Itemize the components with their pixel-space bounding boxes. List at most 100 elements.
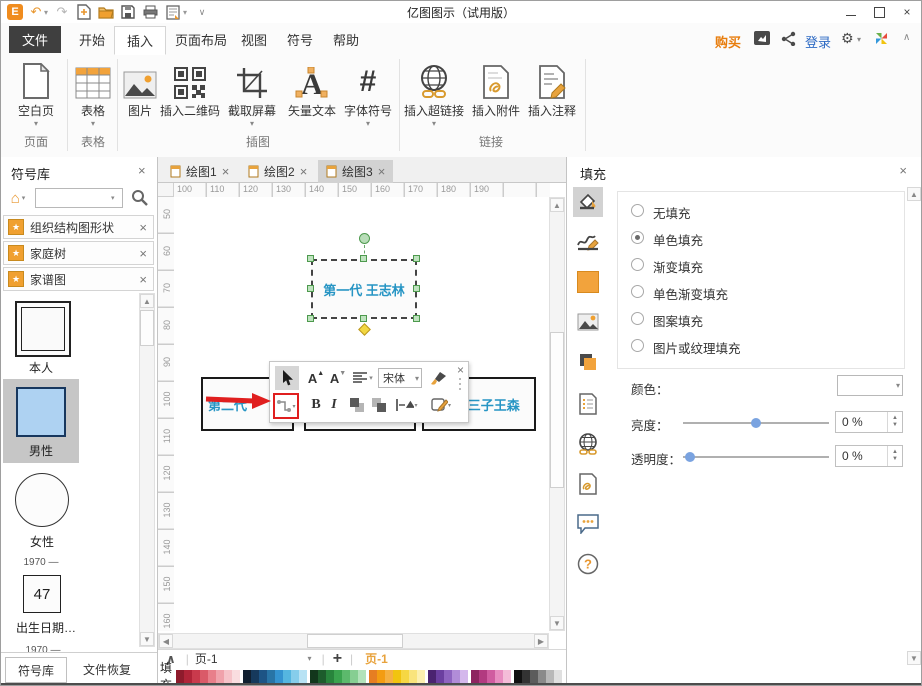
share-image-icon[interactable]	[753, 30, 771, 49]
palette-swatch[interactable]	[184, 670, 192, 683]
opacity-spinner[interactable]: 0 % ▲▼	[835, 445, 903, 467]
palette-swatch[interactable]	[401, 670, 409, 683]
text-direction-button[interactable]: ▾	[392, 393, 422, 417]
panel-scrollbar[interactable]: ▲ ▼	[906, 185, 922, 685]
palette-swatch[interactable]	[318, 670, 326, 683]
palette-swatch[interactable]	[334, 670, 342, 683]
scroll-down-icon[interactable]: ▼	[907, 651, 921, 665]
close-icon[interactable]: ×	[300, 164, 308, 179]
scroll-down-icon[interactable]: ▼	[140, 632, 154, 646]
resize-handle-ne[interactable]	[413, 255, 420, 262]
palette-swatch[interactable]	[428, 670, 436, 683]
pointer-tool-button[interactable]	[275, 366, 299, 390]
drawing-tab-3-active[interactable]: 绘图3 ×	[318, 160, 393, 183]
radio-pattern-fill[interactable]	[631, 312, 644, 325]
symbol-self-shape[interactable]	[15, 301, 71, 357]
palette-swatch[interactable]	[342, 670, 350, 683]
page-select-dropdown-icon[interactable]: ▾	[308, 654, 312, 663]
attachment-button[interactable]: 插入附件	[469, 59, 523, 119]
tab-view[interactable]: 视图	[229, 26, 279, 53]
resize-handle-s[interactable]	[360, 315, 367, 322]
scroll-left-icon[interactable]: ◀	[159, 634, 173, 648]
palette-swatch[interactable]	[479, 670, 487, 683]
opacity-slider[interactable]	[683, 456, 829, 458]
scrollbar-thumb[interactable]	[307, 634, 403, 648]
page-select-value[interactable]: 页-1	[195, 650, 218, 667]
palette-swatch[interactable]	[224, 670, 232, 683]
strip-quick-color-icon[interactable]	[573, 267, 603, 297]
close-icon[interactable]: ×	[899, 163, 907, 178]
settings-gear-icon[interactable]: ⚙	[841, 30, 854, 47]
scroll-up-icon[interactable]: ▲	[140, 294, 154, 308]
library-item-genealogy[interactable]: ★ 家谱图 ×	[3, 267, 154, 291]
picture-button[interactable]: 图片	[121, 59, 159, 119]
palette-swatch[interactable]	[251, 670, 259, 683]
symbol-female-shape[interactable]	[15, 473, 69, 527]
brightness-slider[interactable]	[683, 422, 829, 424]
strip-shadow-icon[interactable]	[573, 347, 603, 377]
resize-handle-sw[interactable]	[307, 315, 314, 322]
palette-swatch[interactable]	[417, 670, 425, 683]
library-item-family-tree[interactable]: ★ 家庭树 ×	[3, 241, 154, 265]
drawing-tab-1[interactable]: 绘图1 ×	[162, 160, 237, 183]
tab-home[interactable]: 开始	[67, 26, 117, 53]
italic-button[interactable]: I	[326, 393, 342, 417]
maximize-button[interactable]	[865, 1, 893, 23]
radio-solid-fill[interactable]	[631, 231, 644, 244]
symbols-scrollbar[interactable]: ▲ ▼	[139, 293, 155, 647]
tab-help[interactable]: 帮助	[321, 26, 371, 53]
canvas-vertical-scrollbar[interactable]: ▲ ▼	[549, 197, 565, 631]
close-icon[interactable]: ×	[139, 246, 147, 261]
palette-swatch[interactable]	[232, 670, 240, 683]
palette-swatch[interactable]	[369, 670, 377, 683]
style-pen-button[interactable]: ▾	[426, 393, 456, 417]
tab-page-layout[interactable]: 页面布局	[163, 26, 239, 53]
symbol-male-selected[interactable]: 男性	[3, 379, 79, 463]
collapse-ribbon-icon[interactable]: ∧	[903, 32, 910, 43]
close-icon[interactable]: ×	[138, 163, 146, 178]
tab-symbols[interactable]: 符号	[275, 26, 325, 53]
close-icon[interactable]: ×	[139, 220, 147, 235]
close-icon[interactable]: ×	[139, 272, 147, 287]
comment-button[interactable]: 插入注释	[525, 59, 579, 119]
palette-swatch[interactable]	[487, 670, 495, 683]
palette-swatch[interactable]	[546, 670, 554, 683]
palette-swatch[interactable]	[200, 670, 208, 683]
palette-swatch[interactable]	[495, 670, 503, 683]
strip-page-properties-icon[interactable]	[573, 389, 603, 419]
brightness-slider-knob[interactable]	[751, 418, 761, 428]
home-icon[interactable]: ⌂▾	[5, 188, 31, 208]
library-item-org-chart[interactable]: ★ 组织结构图形状 ×	[3, 215, 154, 239]
active-page-tab[interactable]: 页-1	[365, 650, 388, 667]
strip-comment-icon[interactable]	[573, 509, 603, 539]
drawing-tab-2[interactable]: 绘图2 ×	[240, 160, 315, 183]
font-family-combo[interactable]: 宋体 ▾	[378, 368, 422, 388]
strip-hyperlink-icon[interactable]	[573, 429, 603, 459]
scrollbar-thumb[interactable]	[140, 310, 154, 346]
palette-swatch[interactable]	[358, 670, 366, 683]
table-button[interactable]: 表格 ▾	[71, 59, 115, 129]
symbol-age-shape[interactable]: 47	[23, 575, 61, 613]
spin-up-icon[interactable]: ▲	[892, 415, 898, 422]
scroll-up-icon[interactable]: ▲	[550, 198, 564, 212]
screenshot-button[interactable]: 截取屏幕 ▾	[222, 59, 282, 129]
strip-image-icon[interactable]	[573, 307, 603, 337]
strip-fill-icon[interactable]	[573, 187, 603, 217]
palette-swatch[interactable]	[326, 670, 334, 683]
palette-swatch[interactable]	[471, 670, 479, 683]
color-palette[interactable]	[176, 670, 570, 683]
bottom-tab-file-recovery[interactable]: 文件恢复	[75, 657, 139, 681]
scroll-right-icon[interactable]: ▶	[534, 634, 548, 648]
close-toolbar-icon[interactable]: ×	[457, 363, 464, 377]
brightness-spinner[interactable]: 0 % ▲▼	[835, 411, 903, 433]
palette-swatch[interactable]	[216, 670, 224, 683]
strip-line-style-icon[interactable]	[573, 227, 603, 257]
palette-swatch[interactable]	[377, 670, 385, 683]
palette-swatch[interactable]	[503, 670, 511, 683]
palette-swatch[interactable]	[275, 670, 283, 683]
resize-handle-se[interactable]	[413, 315, 420, 322]
close-icon[interactable]: ×	[222, 164, 230, 179]
hyperlink-button[interactable]: 插入超链接 ▾	[403, 59, 465, 129]
radio-texture-fill[interactable]	[631, 339, 644, 352]
login-button[interactable]: 登录	[805, 32, 831, 51]
